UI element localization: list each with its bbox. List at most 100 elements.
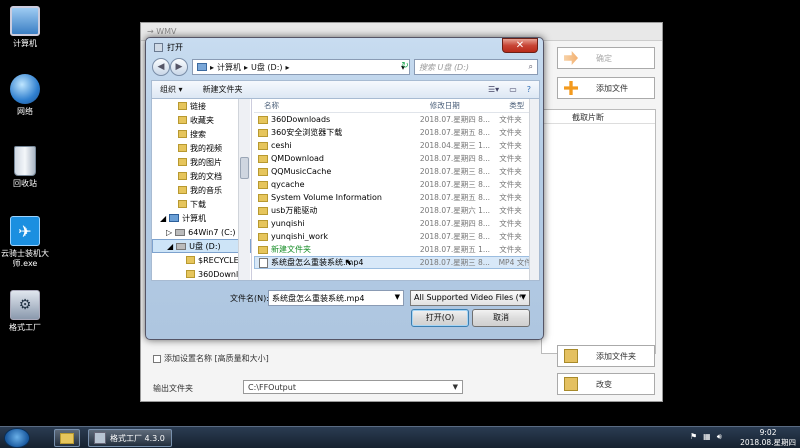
add-name-checkbox[interactable] [153,354,161,363]
file-row[interactable]: System Volume Information 2018.07.星期五 8..… [254,191,539,204]
desktop-icon-label: 云骑士装机大师.exe [1,249,49,268]
file-row[interactable]: 新建文件夹 2018.07.星期五 1... 文件夹 [254,243,539,256]
preview-pane-icon[interactable]: ▭ [509,85,517,94]
file-date: 2018.07.星期三 8... [419,167,491,176]
filetype-select[interactable]: All Supported Video Files (*. ▼ [410,290,530,306]
forward-button[interactable]: ▶ [170,58,188,76]
file-row[interactable]: QQMusicCache 2018.07.星期三 8... 文件夹 [254,165,539,178]
breadcrumb-computer[interactable]: 计算机 [217,62,241,73]
mouse-cursor-icon: ⬉ [344,257,353,268]
filetype-value: All Supported Video Files (*. [414,293,526,302]
cancel-button[interactable]: 取消 [472,309,530,327]
file-list-scrollbar[interactable] [529,99,539,280]
navigation-tree[interactable]: 链接 收藏夹 搜索 我的视频 我的图片 我的文档 我的音乐 下载 ◢ 计算机 ▷ 6… [152,99,252,280]
help-icon[interactable]: ? [527,85,531,94]
folder-add-icon [564,349,578,363]
folder-icon [258,219,268,228]
task-list[interactable]: 截取片断 [541,109,656,354]
change-button-label: 改变 [596,379,612,389]
flag-icon[interactable]: ⚑ [690,432,697,442]
file-name-cell: qycache [254,180,420,189]
drive-icon [175,228,186,236]
file-row[interactable]: ceshi 2018.04.星期三 1... 文件夹 [254,139,539,152]
file-row[interactable]: 360Downloads 2018.07.星期四 8... 文件夹 [254,113,539,126]
tree-item[interactable]: 我的文档 [152,169,251,183]
file-name-cell: 360Downloads [254,115,420,124]
desktop-icon-format-factory[interactable]: ⚙ 格式工厂 [0,290,53,333]
file-list[interactable]: 名称 修改日期 类型 360Downloads 2018.07.星期四 8... 文… [254,99,539,280]
tree-item[interactable]: 360Downlo [152,267,251,280]
file-row[interactable]: qycache 2018.07.星期三 8... 文件夹 [254,178,539,191]
file-row[interactable]: usb万能驱动 2018.07.星期六 1... 文件夹 [254,204,539,217]
search-input[interactable]: 搜索 U盘 (D:) ⌕ [414,59,538,75]
taskbar-app-label: 格式工厂 4.3.0 [110,433,165,443]
format-factory-icon: ⚙ [10,290,40,320]
dropdown-arrow-icon[interactable]: ▼ [395,293,400,301]
column-date[interactable]: 修改日期 [420,100,499,111]
desktop-icon-yunqishi[interactable]: ✈ 云骑士装机大师.exe [0,216,53,269]
tree-item-drive-d[interactable]: ◢ U盘 (D:) [152,239,251,253]
add-file-button[interactable]: 添加文件 [557,77,655,99]
ok-button-label: 确定 [596,53,612,63]
file-row[interactable]: QMDownload 2018.07.星期四 8... 文件夹 [254,152,539,165]
taskbar-explorer[interactable] [54,429,80,447]
file-date: 2018.07.星期三 8... [419,180,491,189]
tree-item[interactable]: 我的音乐 [152,183,251,197]
tree-item[interactable]: 收藏夹 [152,113,251,127]
file-row[interactable]: yunqishi_work 2018.07.星期三 8... 文件夹 [254,230,539,243]
clock[interactable]: 9:02 2018.08.星期四 [740,428,796,448]
tree-item[interactable]: 搜索 [152,127,251,141]
task-list-header: 截取片断 [542,110,655,124]
video-file-icon [259,257,268,268]
folder-icon [258,193,268,202]
ok-button[interactable]: 确定 [557,47,655,69]
tree-scrollbar-thumb[interactable] [240,157,249,179]
network-icon[interactable]: ▦ [703,432,711,442]
refresh-icon: ↻ [401,61,409,71]
output-folder-select[interactable]: C:\FFOutput ▼ [243,380,463,394]
folder-icon [178,158,187,166]
tree-item[interactable]: 我的图片 [152,155,251,169]
tree-item[interactable]: 我的视频 [152,141,251,155]
view-options-icon[interactable]: ☰▾ [488,85,499,94]
desktop: 计算机 网络 回收站 ✈ 云骑士装机大师.exe ⚙ 格式工厂 → WMV 确定… [0,0,800,426]
add-name-option[interactable]: 添加设置名称 [高质量和大小] [153,353,269,364]
tree-item[interactable]: 链接 [152,99,251,113]
organize-button[interactable]: 组织 ▾ [160,84,183,95]
tree-item[interactable]: 下载 [152,197,251,211]
column-name[interactable]: 名称 [254,100,420,111]
taskbar-format-factory[interactable]: 格式工厂 4.3.0 [88,429,172,447]
new-folder-button[interactable]: 新建文件夹 [203,84,243,95]
tree-item-label: 我的图片 [190,157,222,167]
desktop-icon-network[interactable]: 网络 [0,74,53,117]
breadcrumb-drive[interactable]: U盘 (D:) [251,62,283,73]
tree-item-label: 链接 [190,101,206,111]
desktop-icon-computer[interactable]: 计算机 [0,6,53,49]
file-row-selected[interactable]: 系统盘怎么重装系统.mp4 ⬉ 2018.07.星期三 8... MP4 文件 [254,256,539,269]
open-button[interactable]: 打开(O) [411,309,469,327]
tree-item[interactable]: $RECYCLE.B [152,253,251,267]
desktop-icon-recycle-bin[interactable]: 回收站 [0,146,53,189]
back-button[interactable]: ◀ [152,58,170,76]
tree-item-computer[interactable]: ◢ 计算机 [152,211,251,225]
address-separator-icon: ▸ [244,62,249,72]
close-button[interactable]: ✕ [502,38,538,53]
file-date: 2018.07.星期三 8... [419,232,491,241]
file-row[interactable]: yunqishi 2018.07.星期四 8... 文件夹 [254,217,539,230]
file-row[interactable]: 360安全浏览器下载 2018.07.星期五 8... 文件夹 [254,126,539,139]
search-icon: ⌕ [528,62,533,71]
collapse-icon: ▷ [166,227,173,237]
change-button[interactable]: 改变 [557,373,655,395]
refresh-button[interactable]: ↻ [398,59,412,75]
add-folder-button[interactable]: 添加文件夹 [557,345,655,367]
tree-item-label: 64Win7 (C:) [188,227,236,237]
tree-item-drive-c[interactable]: ▷ 64Win7 (C:) [152,225,251,239]
address-bar[interactable]: ▸ 计算机 ▸ U盘 (D:) ▸ ▾ [192,59,410,75]
tree-scrollbar[interactable] [238,99,250,280]
filename-input[interactable]: 系统盘怎么重装系统.mp4 ▼ [268,290,404,306]
start-button[interactable] [4,428,30,448]
file-name: qycache [271,180,305,189]
file-date: 2018.07.星期六 1... [419,206,491,215]
file-name-cell: System Volume Information [254,193,420,202]
volume-icon[interactable]: 🔊︎ [717,432,722,442]
